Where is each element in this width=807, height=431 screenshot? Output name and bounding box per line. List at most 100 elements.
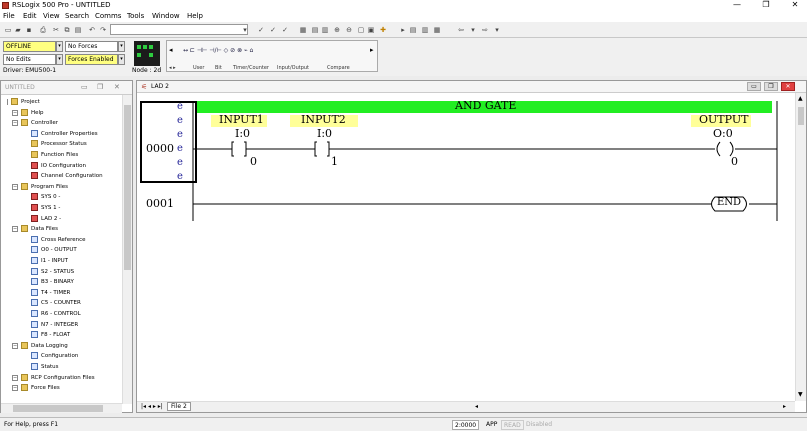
ladder-scroll-thumb[interactable] [798, 107, 804, 125]
expand-toggle-icon[interactable]: − [12, 342, 18, 349]
tab-input-output[interactable]: Input/Output [277, 65, 309, 71]
print-icon[interactable]: ⎙ [38, 25, 48, 35]
tree-item[interactable]: IO Configuration [31, 161, 86, 172]
menu-help[interactable]: Help [187, 12, 203, 20]
tree-item[interactable]: Configuration [31, 351, 78, 362]
split-view-icon[interactable]: ▣ [366, 25, 376, 35]
tab-scroll-icon[interactable]: ◂ ▸ [169, 65, 176, 71]
menu-window[interactable]: Window [152, 12, 180, 20]
menu-tools[interactable]: Tools [127, 12, 144, 20]
tree-item[interactable]: R6 - CONTROL [31, 309, 81, 320]
scroll-left-icon[interactable]: ◂ [475, 403, 478, 410]
forces-enabled-field[interactable]: Forces Enabled [65, 54, 118, 65]
save-icon[interactable]: ▪ [24, 25, 34, 35]
back-icon[interactable]: ⇦ [456, 25, 466, 35]
full-view-icon[interactable]: ▢ [356, 25, 366, 35]
project-vertical-scrollbar[interactable] [122, 95, 132, 404]
forces-field[interactable]: No Forces [65, 41, 118, 52]
tree-item[interactable]: B3 - BINARY [31, 277, 74, 288]
minimize-button[interactable]: — [727, 0, 747, 11]
properties-icon[interactable]: ▦ [298, 25, 308, 35]
menu-file[interactable]: File [3, 12, 15, 20]
cross-ref-icon[interactable]: ▥ [320, 25, 330, 35]
menu-search[interactable]: Search [65, 12, 89, 20]
chevron-down-icon[interactable]: ▾ [492, 25, 502, 35]
close-button[interactable]: ✕ [785, 0, 805, 11]
expand-toggle-icon[interactable]: − [12, 385, 18, 392]
tree-item[interactable]: T4 - TIMER [31, 288, 70, 299]
scroll-left-icon[interactable]: ◂ [169, 46, 173, 54]
cut-icon[interactable]: ✂ [51, 25, 61, 35]
redo-icon[interactable]: ↷ [98, 25, 108, 35]
project-minimize-button[interactable]: ▭ [81, 83, 88, 91]
tree-item[interactable]: Processor Status [31, 139, 87, 150]
chevron-down-icon[interactable]: ▾ [240, 25, 250, 35]
forward-icon[interactable]: ⇨ [480, 25, 490, 35]
output-coil[interactable] [716, 141, 734, 157]
mode-dropdown[interactable]: ▾ [56, 41, 63, 52]
chevron-down-icon[interactable]: ▾ [468, 25, 478, 35]
report-icon[interactable]: ▤ [310, 25, 320, 35]
ladder-instructions-icon[interactable]: ↔ ⊏ ⊣⊢ ⊣/⊢ ◇ ⊘ ⊗ ⌁ ⌂ [183, 47, 253, 54]
expand-toggle-icon[interactable]: − [12, 109, 18, 116]
expand-toggle-icon[interactable]: − [7, 99, 8, 105]
tree-item[interactable]: − Data Logging [12, 341, 68, 352]
insert-icon[interactable]: ✚ [378, 25, 388, 35]
ladder-horizontal-scrollbar[interactable]: |◂ ◂ ▸ ▸| File 2 ◂ ▸ [137, 401, 795, 412]
new-file-icon[interactable]: ▭ [3, 25, 13, 35]
menu-view[interactable]: View [43, 12, 60, 20]
input2-contact[interactable] [314, 141, 330, 157]
verify-icon[interactable]: ✓ [256, 25, 266, 35]
tab-timer-counter[interactable]: Timer/Counter [233, 65, 269, 71]
tree-item[interactable]: I1 - INPUT [31, 256, 68, 267]
tree-item[interactable]: SYS 0 - [31, 192, 60, 203]
open-folder-icon[interactable]: ▰ [13, 25, 23, 35]
edits-field[interactable]: No Edits [3, 54, 56, 65]
online-icon[interactable]: ▸ [398, 25, 408, 35]
tree-item[interactable]: C5 - COUNTER [31, 298, 81, 309]
forces-enabled-dropdown[interactable]: ▾ [118, 54, 125, 65]
forces-dropdown[interactable]: ▾ [118, 41, 125, 52]
tree-item[interactable]: − RCP Configuration Files [12, 373, 95, 384]
tree-item[interactable]: Channel Configuration [31, 171, 103, 182]
tab-bit[interactable]: Bit [215, 65, 222, 71]
project-close-button[interactable]: ✕ [114, 83, 120, 91]
tab-nav-icon[interactable]: |◂ ◂ ▸ ▸| [141, 403, 163, 410]
expand-toggle-icon[interactable]: − [12, 374, 18, 381]
tree-item[interactable]: S2 - STATUS [31, 267, 74, 278]
project-scroll-thumb[interactable] [124, 105, 131, 270]
monitor-icon[interactable]: ▤ [408, 25, 418, 35]
tree-item[interactable]: Cross Reference [31, 235, 86, 246]
verify-project-icon[interactable]: ✓ [268, 25, 278, 35]
file-tab[interactable]: File 2 [167, 402, 191, 411]
zoom-in-icon[interactable]: ⊕ [332, 25, 342, 35]
histogram-icon[interactable]: ▥ [420, 25, 430, 35]
undo-icon[interactable]: ↶ [87, 25, 97, 35]
scroll-right-icon[interactable]: ▸ [783, 403, 786, 410]
scroll-down-icon[interactable]: ▼ [798, 391, 803, 398]
tree-item[interactable]: SYS 1 - [31, 203, 60, 214]
tree-item[interactable]: − Data Files [12, 224, 58, 235]
tree-item[interactable]: F8 - FLOAT [31, 330, 70, 341]
expand-toggle-icon[interactable]: − [12, 120, 18, 127]
tree-item[interactable]: O0 - OUTPUT [31, 245, 77, 256]
verify-all-icon[interactable]: ✓ [280, 25, 290, 35]
tree-item[interactable]: − Force Files [12, 383, 60, 394]
tree-item[interactable]: LAD 2 - [31, 214, 61, 225]
tree-item[interactable]: − Project [7, 97, 40, 108]
input1-contact[interactable] [231, 141, 247, 157]
project-horizontal-scrollbar[interactable] [1, 403, 122, 413]
scroll-right-icon[interactable]: ▸ [370, 46, 374, 54]
expand-toggle-icon[interactable]: − [12, 226, 18, 233]
expand-toggle-icon[interactable]: − [12, 183, 18, 190]
menu-comms[interactable]: Comms [95, 12, 121, 20]
tab-user[interactable]: User [193, 65, 204, 71]
scroll-up-icon[interactable]: ▲ [798, 95, 803, 102]
project-restore-button[interactable]: ❐ [97, 83, 103, 91]
tree-item[interactable]: Function Files [31, 150, 78, 161]
tree-item[interactable]: Status [31, 362, 59, 373]
tab-compare[interactable]: Compare [327, 65, 350, 71]
tree-item[interactable]: − Program Files [12, 182, 68, 193]
menu-edit[interactable]: Edit [23, 12, 37, 20]
copy-icon[interactable]: ⧉ [62, 25, 72, 35]
